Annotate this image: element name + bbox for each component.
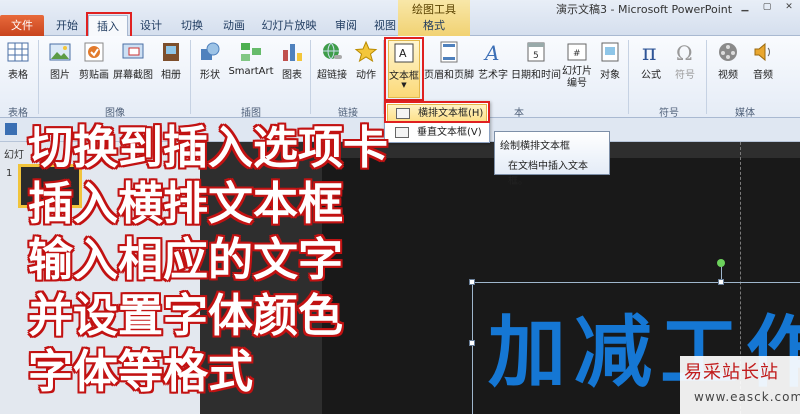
calendar-icon: 5 <box>527 42 545 62</box>
date-time-button[interactable]: 5 日期和时间 <box>510 40 562 92</box>
minimize-icon[interactable]: ▁ <box>734 0 756 14</box>
slide-number-button[interactable]: # 幻灯片编号 <box>562 40 592 104</box>
slides-pane-tab[interactable]: 幻灯 <box>4 146 24 161</box>
tab-view[interactable]: 视图 <box>366 15 404 36</box>
object-button[interactable]: 对象 <box>596 40 624 92</box>
shapes-icon <box>201 42 220 60</box>
svg-text:5: 5 <box>533 51 539 61</box>
header-footer-icon <box>440 41 458 63</box>
instruction-line: 插入横排文本框 <box>28 177 344 230</box>
photo-album-button[interactable]: 相册 <box>156 40 186 92</box>
resize-handle[interactable] <box>469 279 475 285</box>
audio-button[interactable]: 音频 <box>748 40 778 92</box>
action-button[interactable]: 动作 <box>352 40 380 92</box>
group-label-images: 图像 <box>105 108 125 119</box>
film-reel-icon <box>719 43 737 61</box>
svg-text:π: π <box>642 41 656 64</box>
resize-handle[interactable] <box>469 340 475 346</box>
group-label-illustrations: 插图 <box>241 108 261 119</box>
tab-design[interactable]: 设计 <box>132 15 170 36</box>
table-icon <box>7 42 29 62</box>
photo-album-icon <box>163 43 179 61</box>
globe-link-icon <box>323 42 342 60</box>
vertical-textbox-icon <box>395 127 409 138</box>
svg-text:A: A <box>483 41 499 64</box>
group-label-symbols: 符号 <box>659 108 679 119</box>
header-footer-button[interactable]: 页眉和页脚 <box>424 40 474 92</box>
shapes-button[interactable]: 形状 <box>196 40 224 92</box>
smartart-button[interactable]: SmartArt <box>226 40 276 92</box>
tab-slideshow[interactable]: 幻灯片放映 <box>256 15 322 36</box>
wordart-icon: A <box>483 41 499 64</box>
tab-review[interactable]: 审阅 <box>326 15 366 36</box>
instruction-overlay: 切换到插入选项卡 插入横排文本框 输入相应的文字 并设置字体颜色 字体等格式 <box>28 120 388 400</box>
tooltip-title: 绘制横排文本框 <box>500 141 570 152</box>
group-separator <box>38 40 39 114</box>
screenshot-button[interactable]: 屏幕截图 <box>112 40 154 92</box>
window-title: 演示文稿3 - Microsoft PowerPoint <box>556 3 733 16</box>
star-action-icon <box>354 40 378 63</box>
rotate-handle[interactable] <box>717 259 725 267</box>
video-button[interactable]: 视频 <box>712 40 744 92</box>
instruction-line: 切换到插入选项卡 <box>28 121 389 174</box>
group-label-text: 本 <box>514 108 524 119</box>
omega-icon: Ω <box>676 41 693 64</box>
clipart-icon <box>84 42 104 62</box>
tooltip-description: 在文档中插入文本框。 <box>508 161 588 187</box>
group-separator <box>310 40 311 114</box>
picture-icon <box>49 43 71 61</box>
group-label-links: 链接 <box>338 108 358 119</box>
instruction-line: 字体等格式 <box>28 345 254 398</box>
picture-button[interactable]: 图片 <box>44 40 76 92</box>
table-button[interactable]: 表格 <box>4 40 32 92</box>
smartart-icon <box>241 43 261 61</box>
highlight-horizontal-textbox <box>384 101 490 123</box>
hyperlink-button[interactable]: 超链接 <box>314 40 350 92</box>
svg-text:#: # <box>573 49 581 59</box>
instruction-line: 并设置字体颜色 <box>28 289 344 342</box>
title-bar: 绘图工具 演示文稿3 - Microsoft PowerPoint ▁ ▢ ✕ … <box>0 0 800 38</box>
highlight-textbox-button <box>384 37 424 101</box>
screenshot-icon <box>122 43 144 59</box>
window-controls: ▁ ▢ ✕ <box>734 0 800 14</box>
watermark-logo: 易采站长站 <box>684 362 779 383</box>
close-icon[interactable]: ✕ <box>778 0 800 14</box>
slide-number: 1 <box>6 168 13 179</box>
tab-transitions[interactable]: 切换 <box>172 15 212 36</box>
svg-text:Ω: Ω <box>676 41 693 64</box>
menu-item-vertical-textbox[interactable]: 垂直文本框(V) <box>387 124 487 142</box>
wordart-button[interactable]: A 艺术字 <box>476 40 510 92</box>
site-watermark: 易采站长站 www.easck.com <box>680 356 800 414</box>
object-icon <box>601 42 619 62</box>
pi-icon: π <box>642 41 656 64</box>
tooltip: 绘制横排文本框 在文档中插入文本框。 <box>494 131 610 187</box>
slide-number-icon: # <box>567 43 587 61</box>
group-label-media: 媒体 <box>735 108 755 119</box>
tab-format[interactable]: 格式 <box>410 15 458 36</box>
tab-file[interactable]: 文件 <box>0 15 44 36</box>
chart-icon <box>283 44 302 61</box>
tab-animations[interactable]: 动画 <box>214 15 254 36</box>
resize-handle[interactable] <box>718 279 724 285</box>
equation-button[interactable]: π 公式 <box>636 40 666 92</box>
tab-home[interactable]: 开始 <box>48 15 86 36</box>
watermark-url: www.easck.com <box>694 390 800 404</box>
symbol-button[interactable]: Ω 符号 <box>670 40 700 92</box>
instruction-line: 输入相应的文字 <box>28 233 344 286</box>
group-label-table: 表格 <box>8 108 28 119</box>
group-separator <box>628 40 629 114</box>
highlight-insert-tab <box>86 12 132 38</box>
clipart-button[interactable]: 剪贴画 <box>76 40 112 92</box>
chart-button[interactable]: 图表 <box>278 40 306 92</box>
group-separator <box>706 40 707 114</box>
group-separator <box>190 40 191 114</box>
maximize-icon[interactable]: ▢ <box>756 0 778 14</box>
save-icon[interactable] <box>5 123 17 135</box>
speaker-icon <box>754 42 770 62</box>
